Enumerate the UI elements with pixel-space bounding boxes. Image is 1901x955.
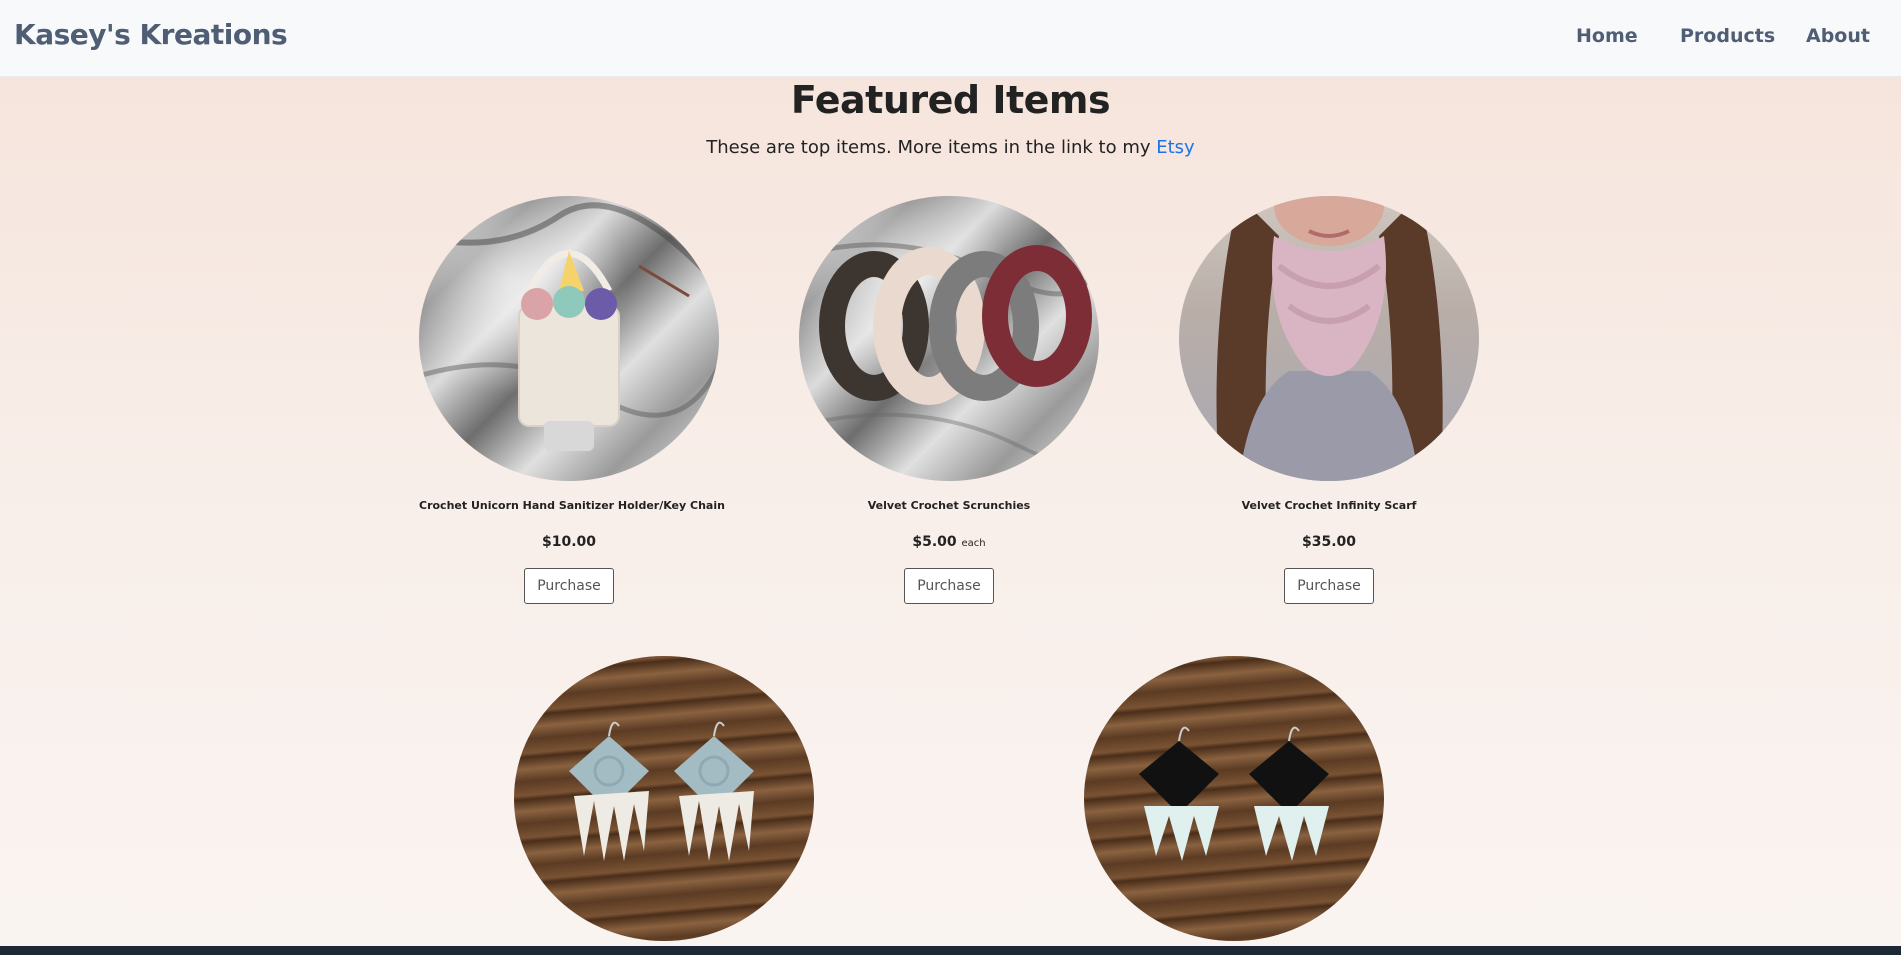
product-image-infinity-scarf (1179, 196, 1479, 481)
product-card (514, 656, 814, 941)
price-unit: each (961, 538, 986, 549)
price-value: $5.00 (912, 534, 957, 550)
product-name: Velvet Crochet Infinity Scarf (1241, 499, 1417, 512)
purchase-button[interactable]: Purchase (1284, 568, 1374, 604)
product-card: Crochet Unicorn Hand Sanitizer Holder/Ke… (419, 196, 725, 604)
product-card: Velvet Crochet Infinity Scarf $35.00 Pur… (1179, 196, 1479, 604)
etsy-link[interactable]: Etsy (1156, 137, 1194, 158)
product-name: Velvet Crochet Scrunchies (867, 499, 1031, 512)
page-title: Featured Items (790, 78, 1111, 122)
product-image-black-earrings (1084, 656, 1384, 941)
product-image-scrunchies (799, 196, 1099, 481)
product-card (1084, 656, 1384, 941)
navbar: Kasey's Kreations Home Products About (0, 0, 1901, 77)
nav-link-home[interactable]: Home (1576, 25, 1638, 47)
purchase-button[interactable]: Purchase (524, 568, 614, 604)
brand-logo[interactable]: Kasey's Kreations (14, 18, 288, 51)
price-value: $10.00 (541, 534, 597, 550)
taskbar (0, 946, 1901, 955)
subtitle-text: These are top items. More items in the l… (706, 137, 1157, 158)
product-price: $5.00 each (799, 534, 1099, 550)
page-subtitle: These are top items. More items in the l… (0, 137, 1901, 158)
price-value: $35.00 (1301, 534, 1357, 550)
nav-link-products[interactable]: Products (1680, 25, 1775, 47)
product-card: Velvet Crochet Scrunchies $5.00 each Pur… (799, 196, 1099, 604)
product-image-sanitizer-holder (419, 196, 719, 481)
product-price: $35.00 (1179, 534, 1479, 550)
product-name: Crochet Unicorn Hand Sanitizer Holder/Ke… (419, 499, 725, 512)
nav-link-about[interactable]: About (1806, 25, 1870, 47)
product-image-blue-earrings (514, 656, 814, 941)
purchase-button[interactable]: Purchase (904, 568, 994, 604)
product-price: $10.00 (419, 534, 719, 550)
